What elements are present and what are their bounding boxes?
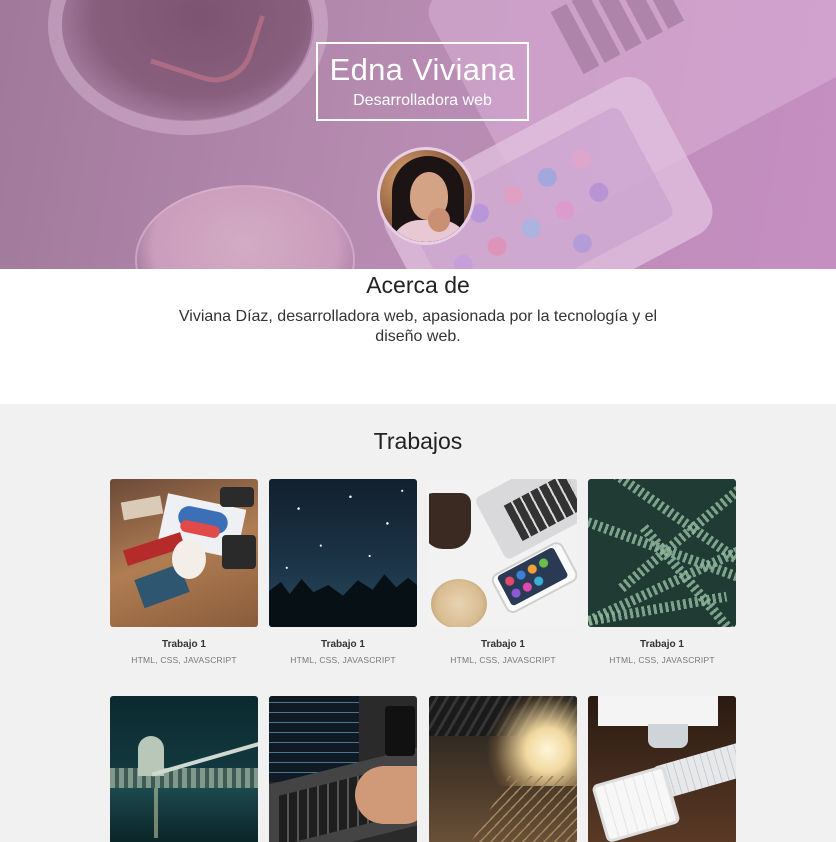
work-card[interactable] — [588, 696, 736, 842]
work-card[interactable]: Trabajo 1 HTML, CSS, JAVASCRIPT — [110, 479, 258, 665]
work-title: Trabajo 1 — [481, 639, 525, 650]
work-thumbnail-desk-design[interactable] — [110, 479, 258, 627]
work-card[interactable]: Trabajo 1 HTML, CSS, JAVASCRIPT — [588, 479, 736, 665]
work-card[interactable] — [429, 696, 577, 842]
work-thumbnail-laptop-phone[interactable] — [429, 479, 577, 627]
site-name: Edna Viviana — [329, 52, 516, 87]
avatar-hand — [428, 208, 450, 232]
work-thumbnail-coding-laptop[interactable] — [269, 696, 417, 842]
about-text: Viviana Díaz, desarrolladora web, apasio… — [178, 308, 658, 345]
work-card[interactable]: Trabajo 1 HTML, CSS, JAVASCRIPT — [429, 479, 577, 665]
work-tags: HTML, CSS, JAVASCRIPT — [450, 655, 556, 665]
work-thumbnail-fern[interactable] — [588, 479, 736, 627]
work-tags: HTML, CSS, JAVASCRIPT — [131, 655, 237, 665]
work-tags: HTML, CSS, JAVASCRIPT — [609, 655, 715, 665]
work-title: Trabajo 1 — [321, 639, 365, 650]
site-role: Desarrolladora web — [353, 92, 492, 109]
work-card[interactable]: Trabajo 1 HTML, CSS, JAVASCRIPT — [269, 479, 417, 665]
works-title: Trabajos — [373, 428, 463, 454]
work-thumbnail-train-station[interactable] — [429, 696, 577, 842]
work-tags: HTML, CSS, JAVASCRIPT — [290, 655, 396, 665]
work-title: Trabajo 1 — [162, 639, 206, 650]
title-box: Edna Viviana Desarrolladora web — [316, 42, 529, 121]
about-section: Acerca de Viviana Díaz, desarrolladora w… — [0, 269, 836, 404]
work-title: Trabajo 1 — [640, 639, 684, 650]
work-card[interactable] — [269, 696, 417, 842]
work-thumbnail-city-night[interactable] — [110, 696, 258, 842]
works-section: Trabajos Trabajo 1 HTML, CSS, JAVASCRIPT… — [0, 404, 836, 842]
avatar — [377, 147, 475, 245]
work-thumbnail-night-sky[interactable] — [269, 479, 417, 627]
work-card[interactable] — [110, 696, 258, 842]
hero-banner: Edna Viviana Desarrolladora web — [0, 0, 836, 269]
about-title: Acerca de — [366, 272, 470, 298]
work-thumbnail-desk-imac[interactable] — [588, 696, 736, 842]
